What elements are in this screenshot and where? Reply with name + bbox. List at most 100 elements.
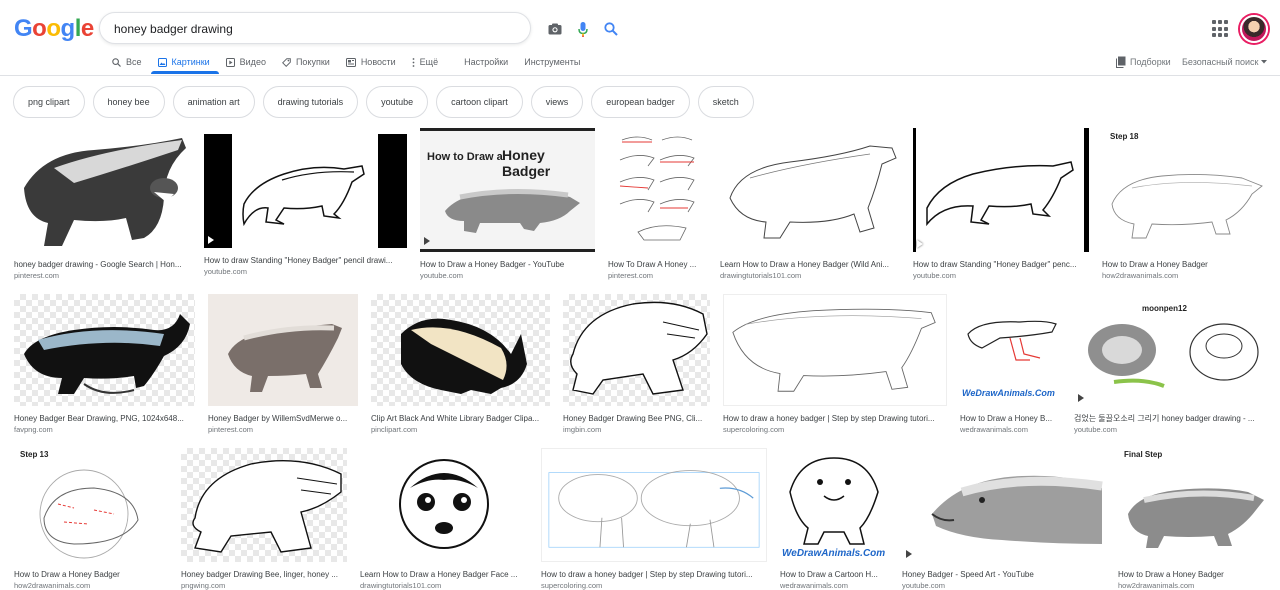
safesearch-label: Безопасный поиск (1182, 57, 1259, 67)
result-thumbnail[interactable] (14, 294, 195, 406)
camera-icon[interactable] (546, 20, 564, 38)
result-title: How To Draw A Honey ... (608, 260, 697, 269)
image-result[interactable]: Honey Badger Drawing Bee PNG, Cli... img… (563, 294, 710, 435)
bookmark-icon (1116, 56, 1126, 68)
related-chip[interactable]: animation art (172, 86, 255, 118)
result-source: drawingtutorials101.com (720, 271, 802, 280)
result-title: How to draw a honey badger | Step by ste… (541, 570, 753, 579)
image-result[interactable]: How to draw a honey badger | Step by ste… (723, 294, 947, 435)
badger-lineart-image (729, 145, 897, 239)
related-chip[interactable]: views (530, 86, 584, 118)
badger-lineart-image (192, 460, 342, 553)
result-title: 검었는 둘끌오소리 그리기 honey badger drawing - ... (1074, 414, 1255, 423)
search-icon[interactable] (602, 20, 620, 38)
image-result[interactable]: How to draw Standing "Honey Badger" penc… (204, 134, 407, 277)
related-chip[interactable]: sketch (697, 86, 754, 118)
logo-letter: o (32, 15, 47, 42)
tab-label: Инструменты (524, 57, 581, 67)
result-thumbnail[interactable] (371, 294, 550, 406)
related-chip[interactable]: youtube (366, 86, 429, 118)
result-source: how2drawanimals.com (1102, 271, 1179, 280)
image-result[interactable]: Learn How to Draw a Honey Badger Face ..… (360, 448, 528, 590)
result-thumbnail[interactable]: WeDrawAnimals.Com (780, 448, 889, 562)
result-thumbnail[interactable] (14, 128, 191, 252)
caret-down-icon (1261, 60, 1268, 64)
image-result[interactable]: How To Draw A Honey ... pinterest.com (608, 128, 707, 281)
badger-pencil-image (445, 188, 580, 233)
result-thumbnail[interactable] (902, 448, 1105, 562)
result-title: Learn How to Draw a Honey Badger Face ..… (360, 570, 518, 579)
tab-tools[interactable]: Инструменты (524, 52, 580, 72)
result-thumbnail[interactable]: Step 18 (1102, 128, 1269, 252)
image-result[interactable]: Final Step How to Draw a Honey Badger ho… (1118, 448, 1269, 590)
image-result[interactable]: How to draw Standing "Honey Badger" penc… (913, 128, 1089, 281)
badger-sketch-image (24, 138, 186, 246)
safesearch-dropdown[interactable]: Безопасный поиск (1182, 52, 1268, 72)
result-thumbnail[interactable]: Final Step (1118, 448, 1269, 562)
microphone-icon[interactable] (574, 20, 592, 38)
related-chip[interactable]: honey bee (92, 86, 165, 118)
image-result[interactable]: WeDrawAnimals.Com How to Draw a Honey B.… (960, 294, 1061, 435)
related-chip[interactable]: cartoon clipart (436, 86, 523, 118)
result-source: favpng.com (14, 425, 53, 434)
video-play-icon (906, 550, 912, 558)
related-chip[interactable]: drawing tutorials (262, 86, 359, 118)
result-source: wedrawanimals.com (780, 581, 848, 590)
result-title: How to Draw a Honey Badger (1118, 570, 1224, 579)
tab-news[interactable]: Новости (345, 52, 396, 72)
image-result[interactable]: Step 18 How to Draw a Honey Badger how2d… (1102, 128, 1269, 281)
image-result[interactable]: Honey Badger by WillemSvdMerwe o... pint… (208, 294, 358, 435)
collections-link[interactable]: Подборки (1116, 52, 1171, 72)
image-result[interactable]: Clip Art Black And White Library Badger … (371, 294, 550, 435)
tab-shopping[interactable]: Покупки (281, 52, 330, 72)
video-play-icon (424, 237, 430, 245)
related-chip[interactable]: png clipart (13, 86, 85, 118)
image-result[interactable]: honey badger drawing - Google Search | H… (14, 128, 191, 281)
image-result[interactable]: WeDrawAnimals.Com How to Draw a Cartoon … (780, 448, 889, 590)
badger-painting-image (228, 324, 342, 392)
result-thumbnail[interactable] (360, 448, 528, 562)
avatar[interactable] (1240, 15, 1268, 43)
result-thumbnail[interactable] (204, 134, 407, 248)
result-thumbnail[interactable] (913, 128, 1089, 252)
search-input[interactable] (114, 19, 434, 39)
video-play-icon (1078, 394, 1084, 402)
tab-all[interactable]: Все (112, 52, 142, 72)
image-result[interactable]: Honey Badger - Speed Art - YouTube youtu… (902, 448, 1105, 590)
result-thumbnail[interactable] (608, 128, 707, 252)
result-source: how2drawanimals.com (14, 581, 91, 590)
result-thumbnail[interactable] (720, 128, 900, 252)
logo-letter: g (60, 15, 76, 42)
image-result[interactable]: How to Draw a Honey Badger How to Draw a… (420, 128, 595, 281)
related-chip[interactable]: european badger (591, 86, 690, 118)
result-thumbnail[interactable]: WeDrawAnimals.Com (960, 294, 1061, 406)
result-title: Honey Badger Drawing Bee PNG, Cli... (563, 414, 703, 423)
result-thumbnail[interactable]: Step 13 (14, 448, 168, 562)
result-thumbnail[interactable] (563, 294, 710, 406)
result-thumbnail[interactable] (541, 448, 767, 562)
apps-grid-icon[interactable] (1212, 20, 1230, 38)
result-thumbnail[interactable]: moonpen12 (1074, 294, 1269, 406)
image-result[interactable]: Honey badger Drawing Bee, linger, honey … (181, 448, 347, 590)
thumbnail-watermark: WeDrawAnimals.Com (962, 388, 1055, 398)
result-thumbnail[interactable] (181, 448, 347, 562)
result-thumbnail[interactable]: How to Draw a Honey Badger (420, 128, 595, 252)
image-result[interactable]: Step 13 How to Draw a Honey Badger how2d… (14, 448, 168, 590)
result-thumbnail[interactable] (723, 294, 947, 406)
tab-more[interactable]: Ещё (412, 52, 438, 72)
result-source: pinterest.com (208, 425, 254, 434)
image-result[interactable]: Learn How to Draw a Honey Badger (Wild A… (720, 128, 900, 281)
google-logo[interactable]: Google (14, 15, 94, 43)
result-thumbnail[interactable] (208, 294, 358, 406)
tab-videos[interactable]: Видео (225, 52, 266, 72)
image-result[interactable]: moonpen12 검었는 둘끌오소리 그리기 honey badger dra… (1074, 294, 1269, 435)
badger-clipart-image (24, 314, 190, 394)
result-title: How to draw a honey badger | Step by ste… (723, 414, 935, 423)
tab-settings[interactable]: Настройки (464, 52, 508, 72)
result-source: drawingtutorials101.com (360, 581, 442, 590)
image-result[interactable]: How to draw a honey badger | Step by ste… (541, 448, 767, 590)
badger-outline-image (916, 128, 1084, 252)
result-source: youtube.com (204, 267, 247, 276)
image-result[interactable]: Honey Badger Bear Drawing, PNG, 1024x648… (14, 294, 195, 435)
tab-images[interactable]: Картинки (157, 52, 210, 72)
